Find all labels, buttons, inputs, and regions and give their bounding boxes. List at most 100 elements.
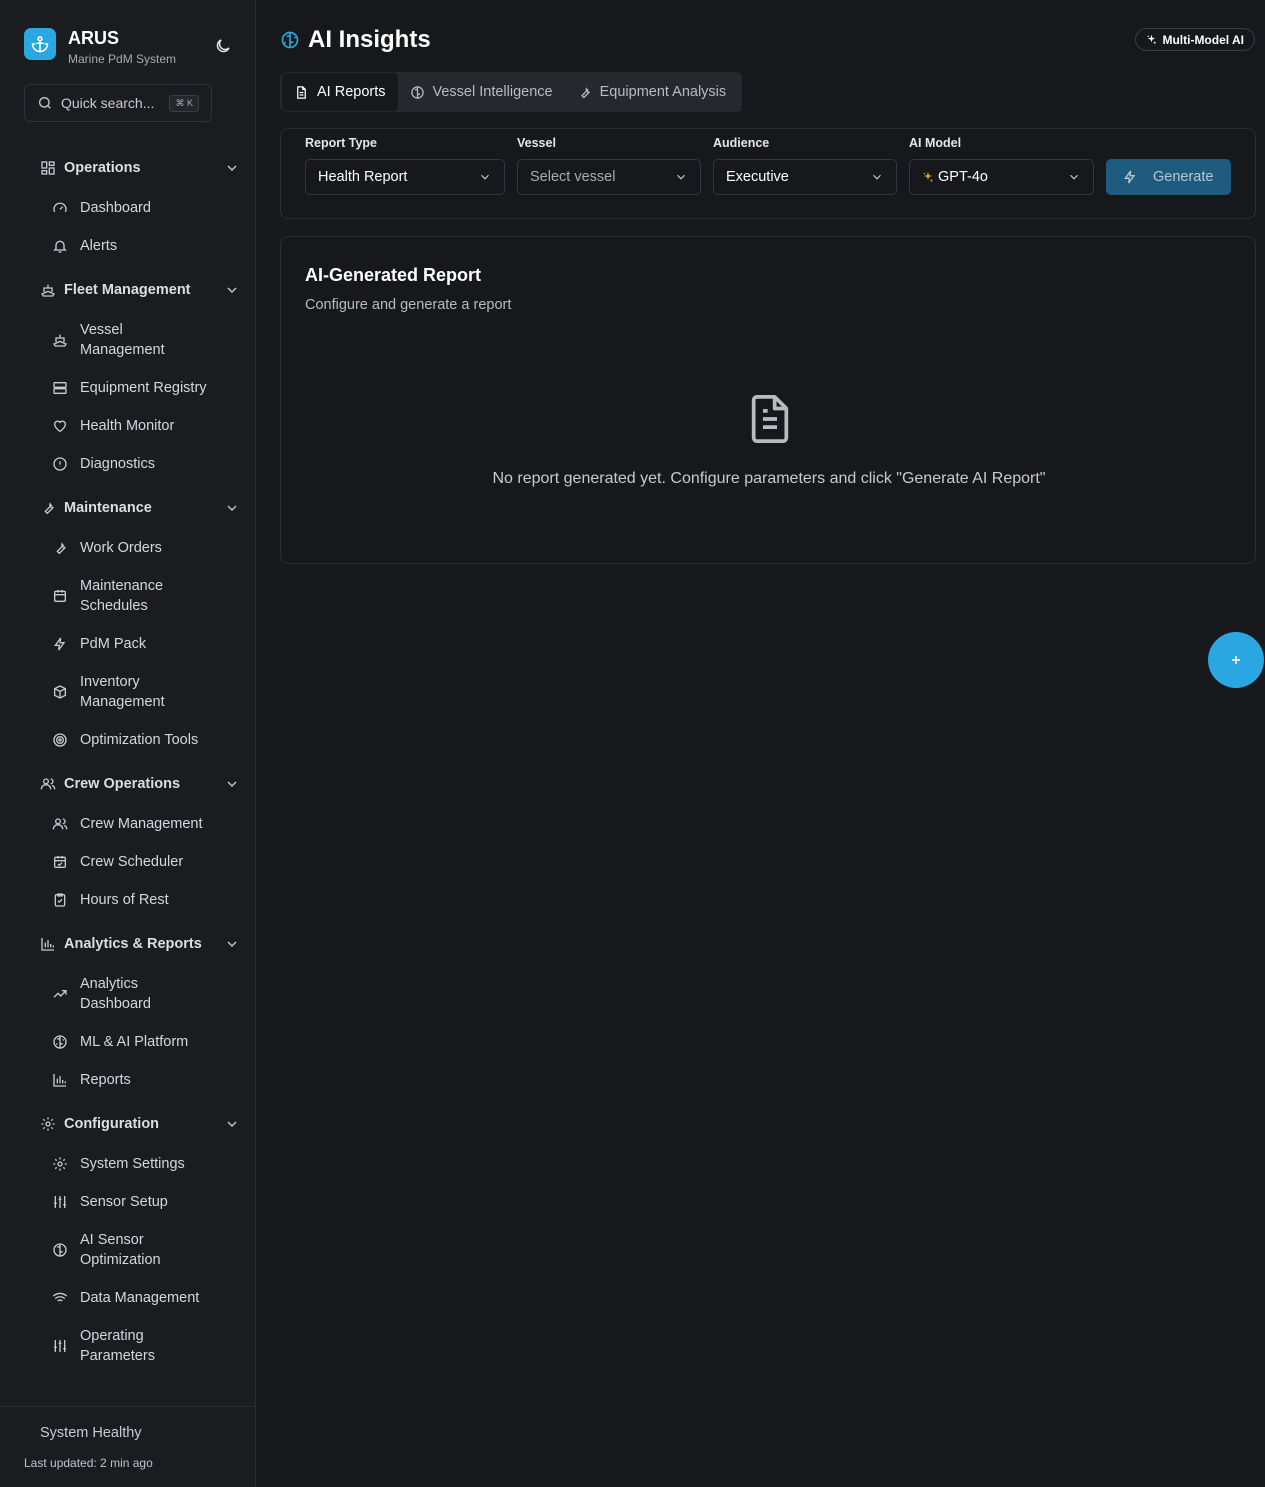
vessel-label: Vessel [517, 136, 556, 150]
audience-label: Audience [713, 136, 770, 150]
sidebar-item-ai-sensor-optimization[interactable]: AI Sensor Optimization [52, 1230, 242, 1270]
search-icon [39, 97, 51, 109]
target-icon [53, 733, 67, 747]
sidebar-footer: System Healthy Last updated: 2 min ago [0, 1406, 256, 1487]
multi-model-badge: Multi-Model AI [1135, 28, 1255, 51]
heart-icon [53, 420, 67, 433]
quick-search[interactable]: Quick search... ⌘ K [24, 84, 212, 122]
sidebar-item-alerts[interactable]: Alerts [52, 236, 242, 256]
group-fleet-management[interactable]: Fleet Management [40, 280, 240, 300]
tab-list: AI Reports Vessel Intelligence Equipment… [280, 72, 743, 112]
chevron-down-icon [677, 174, 685, 180]
sliders-icon [54, 1196, 66, 1208]
zap-icon [54, 637, 66, 651]
brand-title: ARUS [68, 28, 120, 48]
sidebar-item-optimization-tools[interactable]: Optimization Tools [52, 730, 242, 750]
sidebar-item-dashboard[interactable]: Dashboard [52, 198, 242, 218]
bar-chart-icon [53, 1074, 66, 1087]
last-updated: Last updated: 2 min ago [24, 1456, 153, 1470]
page-title: AI Insights [308, 26, 431, 53]
vessel-select[interactable]: Select vessel [517, 159, 701, 195]
chevron-down-icon [873, 174, 881, 180]
audience-select[interactable]: Executive [713, 159, 897, 195]
sidebar-item-diagnostics[interactable]: Diagnostics [52, 454, 242, 474]
system-status: System Healthy [40, 1425, 142, 1441]
calendar-check-icon [54, 856, 66, 868]
group-operations[interactable]: Operations [40, 158, 240, 178]
gear-icon [53, 1157, 67, 1171]
sidebar-item-maintenance-schedules[interactable]: Maintenance Schedules [52, 576, 242, 616]
sidebar-item-inventory-management[interactable]: Inventory Management [52, 672, 242, 712]
sidebar-item-hours-of-rest[interactable]: Hours of Rest [52, 890, 242, 910]
empty-state-message: No report generated yet. Configure param… [492, 470, 1046, 487]
sidebar-item-system-settings[interactable]: System Settings [52, 1154, 242, 1174]
clipboard-check-icon [54, 893, 66, 907]
bell-icon [53, 240, 67, 253]
ai-model-select[interactable]: GPT-4o [909, 159, 1094, 195]
chevron-down-icon [227, 781, 237, 787]
group-configuration[interactable]: Configuration [40, 1114, 240, 1134]
wifi-icon [52, 1292, 68, 1304]
group-maintenance[interactable]: Maintenance [40, 498, 240, 518]
add-button[interactable] [1208, 632, 1264, 688]
report-config-card: Report Type Health Report Vessel Select … [280, 128, 1256, 219]
report-subtitle: Configure and generate a report [305, 297, 512, 313]
report-type-label: Report Type [305, 136, 377, 150]
sidebar-item-operating-parameters[interactable]: Operating Parameters [52, 1326, 242, 1366]
page-header: AI Insights [280, 26, 431, 54]
chevron-down-icon [227, 287, 237, 293]
wrench-icon [580, 86, 590, 98]
group-crew-operations[interactable]: Crew Operations [40, 774, 240, 794]
report-type-select[interactable]: Health Report [305, 159, 505, 195]
sparkles-icon [923, 172, 933, 182]
chevron-down-icon [227, 165, 237, 171]
bar-chart-icon [41, 938, 54, 951]
tab-equipment-analysis[interactable]: Equipment Analysis [565, 72, 739, 112]
chevron-down-icon [227, 1121, 237, 1127]
ship-icon [41, 284, 55, 297]
tab-ai-reports[interactable]: AI Reports [282, 73, 398, 111]
report-card: AI-Generated Report Configure and genera… [280, 236, 1256, 564]
file-text-icon [751, 394, 789, 444]
sidebar-item-pdm-pack[interactable]: PdM Pack [52, 634, 242, 654]
chevron-down-icon [1070, 174, 1078, 180]
zap-icon [1124, 170, 1136, 184]
sliders-icon [54, 1340, 66, 1352]
sidebar-item-crew-scheduler[interactable]: Crew Scheduler [52, 852, 242, 872]
users-icon [40, 778, 56, 790]
sidebar: ARUS Marine PdM System Quick search... ⌘… [0, 0, 256, 1487]
brain-icon [53, 1243, 67, 1257]
brain-icon [281, 31, 299, 49]
brand: ARUS Marine PdM System [24, 28, 232, 66]
gauge-icon [53, 202, 67, 213]
anchor-icon [24, 28, 56, 60]
alert-circle-icon [53, 457, 67, 471]
brain-icon [410, 85, 424, 99]
brain-icon [53, 1035, 67, 1049]
sidebar-item-analytics-dashboard[interactable]: Analytics Dashboard [52, 974, 242, 1014]
brand-subtitle: Marine PdM System [68, 52, 177, 66]
sidebar-item-work-orders[interactable]: Work Orders [52, 538, 242, 558]
file-text-icon [297, 85, 306, 99]
sidebar-item-crew-management[interactable]: Crew Management [52, 814, 242, 834]
server-icon [53, 382, 67, 394]
sidebar-item-equipment-registry[interactable]: Equipment Registry [52, 378, 242, 398]
sidebar-item-vessel-management[interactable]: Vessel Management [52, 320, 242, 360]
chevron-down-icon [227, 941, 237, 947]
sidebar-item-data-management[interactable]: Data Management [52, 1288, 242, 1308]
sidebar-item-health-monitor[interactable]: Health Monitor [52, 416, 242, 436]
trending-up-icon [53, 990, 67, 998]
wrench-icon [44, 502, 54, 515]
tab-vessel-intelligence[interactable]: Vessel Intelligence [398, 72, 565, 112]
gear-icon [41, 1117, 55, 1131]
chevron-down-icon [481, 174, 489, 180]
chevron-down-icon [227, 505, 237, 511]
group-analytics-reports[interactable]: Analytics & Reports [40, 934, 240, 954]
report-title: AI-Generated Report [305, 265, 482, 285]
sidebar-item-sensor-setup[interactable]: Sensor Setup [52, 1192, 242, 1212]
calendar-icon [54, 590, 66, 602]
generate-button[interactable]: Generate [1106, 159, 1231, 195]
sidebar-item-ml-ai-platform[interactable]: ML & AI Platform [52, 1032, 242, 1052]
sidebar-item-reports[interactable]: Reports [52, 1070, 242, 1090]
moon-icon[interactable] [214, 37, 232, 55]
